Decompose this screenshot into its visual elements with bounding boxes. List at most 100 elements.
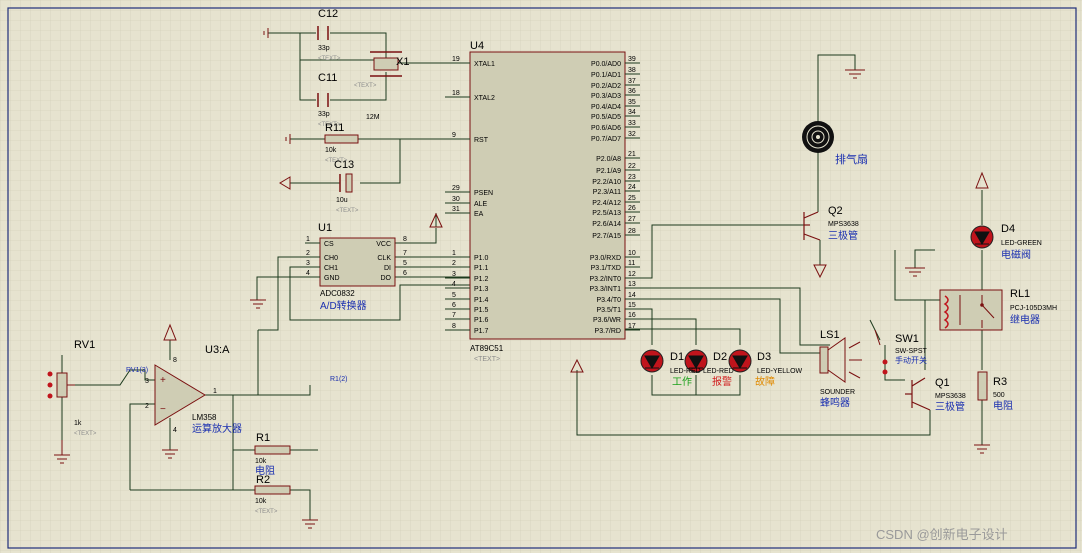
adc-pin-number: 7 bbox=[403, 250, 407, 257]
mcu-pin-number: 1 bbox=[452, 250, 456, 257]
adc-pin-name: CH1 bbox=[324, 265, 338, 272]
mcu-pin-number: 34 bbox=[628, 109, 636, 116]
r1-probe: R1(2) bbox=[330, 376, 348, 383]
mcu-pin-name: P1.6 bbox=[474, 317, 489, 324]
opamp-pin-8: 8 bbox=[173, 357, 177, 364]
rv1-value: 1k bbox=[74, 420, 82, 427]
mcu-pin-number: 30 bbox=[452, 196, 460, 203]
adc-pin-name: DI bbox=[384, 265, 391, 272]
mcu-pin-name: P2.6/A14 bbox=[592, 221, 621, 228]
q2-part: MPS3638 bbox=[828, 221, 859, 228]
r2-symbol bbox=[254, 485, 291, 495]
svg-text:+: + bbox=[160, 375, 166, 386]
mcu-pin-name: P1.7 bbox=[474, 328, 489, 335]
r11-ref: R11 bbox=[325, 122, 344, 134]
adc-pin-number: 3 bbox=[306, 260, 310, 267]
d1-ref: D1 bbox=[670, 351, 684, 363]
mcu-pin-number: 16 bbox=[628, 312, 636, 319]
mcu-pin-name: P0.4/AD4 bbox=[591, 104, 621, 111]
q1-ref: Q1 bbox=[935, 377, 950, 389]
mcu-pin-number: 21 bbox=[628, 151, 636, 158]
r1-ref: R1 bbox=[256, 432, 270, 444]
mcu-pin-name: P2.0/A8 bbox=[596, 156, 621, 163]
mcu-pin-name: P2.2/A10 bbox=[592, 179, 621, 186]
mcu-pin-number: 5 bbox=[452, 292, 456, 299]
mcu-pin-number: 29 bbox=[452, 185, 460, 192]
mcu-pin-name: P1.1 bbox=[474, 265, 489, 272]
mcu-pin-name: P1.3 bbox=[474, 286, 489, 293]
sw1-ref: SW1 bbox=[895, 333, 919, 345]
mcu-pin-number: 17 bbox=[628, 323, 636, 330]
mcu-pin-name: P0.0/AD0 bbox=[591, 61, 621, 68]
mcu-pin-number: 27 bbox=[628, 216, 636, 223]
rl1-desc: 继电器 bbox=[1010, 313, 1040, 326]
mcu-pin-name: P0.5/AD5 bbox=[591, 114, 621, 121]
d1-desc: 工作 bbox=[672, 376, 692, 388]
d2-part: LED-RED bbox=[703, 368, 734, 375]
mcu-pin-name: P2.7/A15 bbox=[592, 233, 621, 240]
opamp-pin-2: 2 bbox=[145, 403, 149, 410]
x1-ref: X1 bbox=[396, 56, 409, 68]
d3-part: LED-YELLOW bbox=[757, 368, 803, 375]
fan-desc: 排气扇 bbox=[835, 152, 868, 166]
sw1-desc: 手动开关 bbox=[895, 355, 927, 365]
mcu-pin-number: 10 bbox=[628, 250, 636, 257]
q2-desc: 三极管 bbox=[828, 229, 858, 242]
mcu-pin-number: 2 bbox=[452, 260, 456, 267]
adc-pin-number: 8 bbox=[403, 236, 407, 243]
rl1-ref: RL1 bbox=[1010, 288, 1030, 300]
mcu-pin-name: P0.3/AD3 bbox=[591, 93, 621, 100]
d1-part: LED-RED bbox=[670, 368, 701, 375]
mcu-pin-name: P0.2/AD2 bbox=[591, 83, 621, 90]
adc-part: ADC0832 bbox=[320, 289, 355, 298]
r1-value: 10k bbox=[255, 458, 267, 465]
mcu-pin-number: 18 bbox=[452, 90, 460, 97]
d4-ref: D4 bbox=[1001, 223, 1015, 235]
mcu-part: AT89C51 bbox=[470, 344, 504, 353]
mcu-pin-number: 39 bbox=[628, 56, 636, 63]
c12-text: <TEXT> bbox=[318, 56, 341, 62]
ls1-ref: LS1 bbox=[820, 329, 840, 341]
mcu-pin-name: P1.4 bbox=[474, 297, 489, 304]
mcu-pin-number: 33 bbox=[628, 120, 636, 127]
c13-ref: C13 bbox=[334, 159, 354, 171]
mcu-pin-name: PSEN bbox=[474, 190, 493, 197]
c12-value: 33p bbox=[318, 45, 330, 52]
r2-text: <TEXT> bbox=[255, 509, 278, 515]
r11-symbol bbox=[324, 134, 359, 144]
d3-desc: 故障 bbox=[755, 375, 775, 388]
mcu-pin-number: 8 bbox=[452, 323, 456, 330]
mcu-pin-number: 12 bbox=[628, 271, 636, 278]
mcu-pin-number: 13 bbox=[628, 281, 636, 288]
mcu-pin-number: 4 bbox=[452, 281, 456, 288]
ls1-part: SOUNDER bbox=[820, 389, 855, 396]
adc-desc: A/D转换器 bbox=[320, 299, 367, 312]
adc-pin-number: 6 bbox=[403, 270, 407, 277]
adc-pin-name: CS bbox=[324, 241, 334, 248]
mcu-pin-name: P3.7/RD bbox=[595, 328, 621, 335]
r3-symbol bbox=[977, 371, 988, 401]
mcu-pin-number: 15 bbox=[628, 302, 636, 309]
mcu-pin-name: P2.4/A12 bbox=[592, 200, 621, 207]
c13-text: <TEXT> bbox=[336, 208, 359, 214]
mcu-pin-name: P1.0 bbox=[474, 255, 489, 262]
mcu-text-tag: <TEXT> bbox=[474, 356, 500, 363]
mcu-pin-number: 19 bbox=[452, 56, 460, 63]
rv1-probe: RV1(3) bbox=[126, 367, 148, 374]
r11-value: 10k bbox=[325, 147, 337, 154]
opamp-pin-1: 1 bbox=[213, 388, 217, 395]
schematic-canvas: U4 AT89C51 <TEXT> 19XTAL118XTAL29RST29PS… bbox=[0, 0, 1082, 553]
mcu-pin-number: 26 bbox=[628, 205, 636, 212]
c12-ref: C12 bbox=[318, 8, 338, 20]
mcu-pin-name: XTAL1 bbox=[474, 61, 495, 68]
d4-part: LED-GREEN bbox=[1001, 240, 1042, 247]
mcu-pin-name: P3.5/T1 bbox=[596, 307, 621, 314]
mcu-pin-number: 11 bbox=[628, 260, 635, 267]
mcu-pin-name: P3.0/RXD bbox=[590, 255, 621, 262]
adc-pin-number: 2 bbox=[306, 250, 310, 257]
mcu-ref: U4 bbox=[470, 40, 484, 52]
mcu-pin-number: 24 bbox=[628, 184, 636, 191]
d2-ref: D2 bbox=[713, 351, 727, 363]
opamp-pin-3: 3 bbox=[145, 378, 149, 385]
d2-desc: 报警 bbox=[712, 375, 732, 388]
